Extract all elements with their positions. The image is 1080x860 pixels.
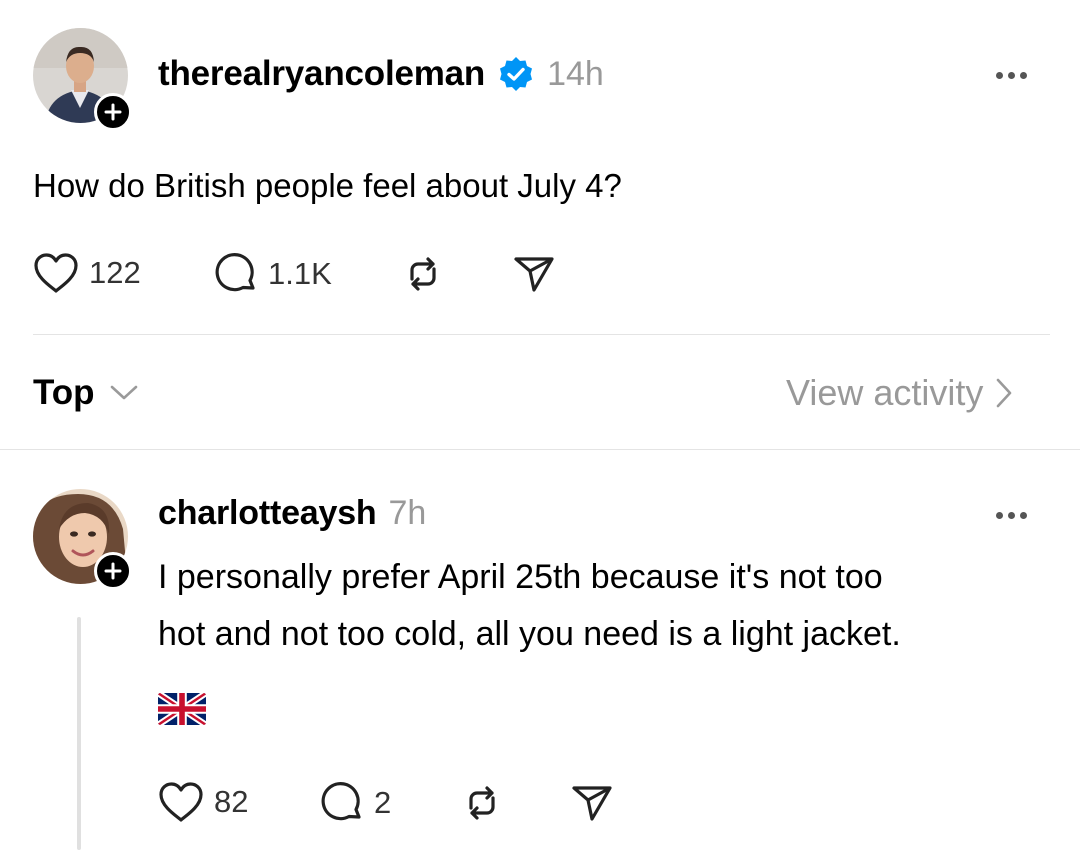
reply-button[interactable]: 1.1K xyxy=(214,252,332,296)
repost-icon xyxy=(410,257,436,291)
reply-like-count: 82 xyxy=(214,784,249,819)
reply-follow-plus-button[interactable] xyxy=(94,552,132,590)
view-activity-label: View activity xyxy=(786,372,984,413)
post-time: 14h xyxy=(547,54,604,93)
reply-text-line: hot and not too cold, all you need is a … xyxy=(158,615,901,653)
chevron-down-icon xyxy=(110,385,137,400)
post-text: How do British people feel about July 4? xyxy=(33,167,622,204)
more-dot xyxy=(996,512,1003,519)
section-divider xyxy=(0,449,1080,450)
more-dot xyxy=(996,72,1003,79)
heart-icon xyxy=(159,782,203,822)
send-icon xyxy=(514,257,554,292)
reply-username[interactable]: charlotteaysh xyxy=(158,494,377,533)
uk-flag-icon xyxy=(158,692,206,731)
follow-plus-button[interactable] xyxy=(94,93,132,131)
heart-icon xyxy=(34,253,78,293)
chevron-right-icon xyxy=(997,378,1012,408)
reply-more-button[interactable] xyxy=(996,512,1027,519)
view-activity-link[interactable]: View activity xyxy=(786,372,1013,414)
like-button[interactable]: 122 xyxy=(33,252,141,294)
repost-icon xyxy=(469,786,495,820)
plus-icon xyxy=(104,103,122,121)
more-dot xyxy=(1008,512,1015,519)
share-button[interactable] xyxy=(513,253,555,300)
sort-label: Top xyxy=(33,373,95,412)
verified-badge-icon xyxy=(497,55,535,93)
reply-time: 7h xyxy=(388,494,427,532)
reply-text-line: I personally prefer April 25th because i… xyxy=(158,558,883,596)
thread-line xyxy=(77,617,81,850)
send-icon xyxy=(572,786,612,821)
comment-icon xyxy=(215,253,255,292)
more-dot xyxy=(1008,72,1015,79)
reply-reply-count: 2 xyxy=(374,785,392,820)
sort-dropdown[interactable]: Top xyxy=(33,373,139,413)
reply-like-button[interactable]: 82 xyxy=(158,781,248,823)
author-username[interactable]: therealryancoleman xyxy=(158,54,485,94)
divider xyxy=(33,334,1050,335)
more-dot xyxy=(1020,512,1027,519)
reply-text: I personally prefer April 25th because i… xyxy=(158,549,1058,663)
more-dot xyxy=(1020,72,1027,79)
post-more-button[interactable] xyxy=(996,72,1027,79)
reply-share-button[interactable] xyxy=(571,782,613,829)
reply-reply-button[interactable]: 2 xyxy=(320,781,391,825)
reply-count: 1.1K xyxy=(268,256,332,291)
comment-icon xyxy=(321,782,361,821)
repost-button[interactable] xyxy=(402,253,444,300)
reply-repost-button[interactable] xyxy=(461,782,503,829)
plus-icon xyxy=(104,562,122,580)
like-count: 122 xyxy=(89,255,141,290)
